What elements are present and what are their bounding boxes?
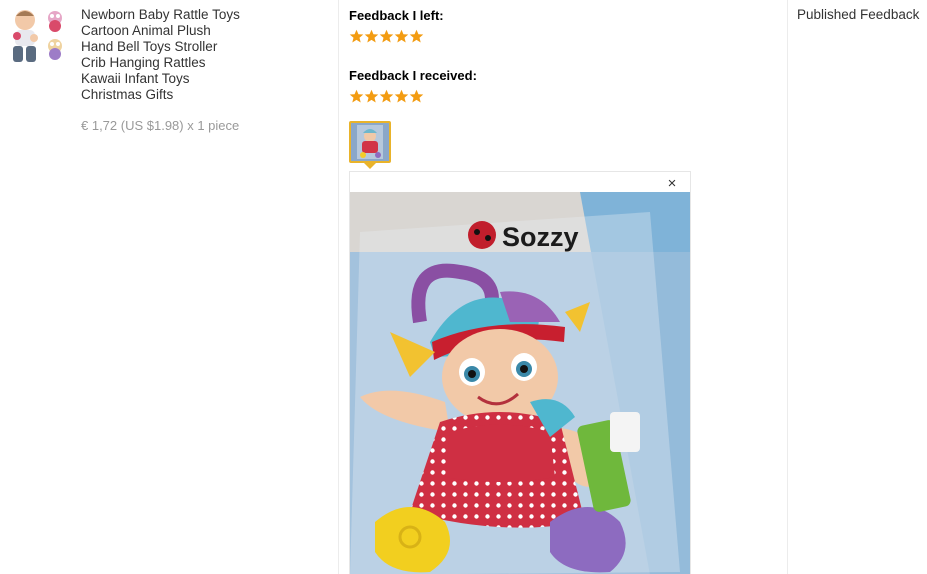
star-icon [394, 29, 409, 43]
product-title-line: Crib Hanging Rattles [81, 55, 206, 70]
product-title-line: Cartoon Animal Plush [81, 23, 211, 38]
brand-label: Sozzy [502, 222, 579, 252]
column-divider [787, 0, 788, 574]
star-icon [379, 29, 394, 43]
feedback-received-heading: Feedback I received: [349, 68, 477, 83]
feedback-left-rating [349, 29, 424, 45]
product-price: € 1,72 (US $1.98) x 1 piece [81, 118, 240, 133]
product-title-line: Christmas Gifts [81, 87, 174, 102]
product-title[interactable]: Newborn Baby Rattle Toys Cartoon Animal … [81, 7, 321, 103]
column-divider [338, 0, 339, 574]
product-title-line: Kawaii Infant Toys [81, 71, 190, 86]
feedback-photo-thumbnail[interactable] [349, 121, 391, 163]
star-icon [349, 89, 364, 103]
star-icon [409, 29, 424, 43]
published-feedback-link[interactable]: Published Feedback [797, 7, 919, 22]
thumbnail-pointer [364, 163, 376, 169]
product-thumbnail[interactable] [6, 4, 72, 70]
feedback-photo[interactable]: Sozzy [350, 192, 690, 574]
star-icon [349, 29, 364, 43]
star-icon [409, 89, 424, 103]
feedback-received-rating [349, 89, 424, 105]
feedback-left-heading: Feedback I left: [349, 8, 444, 23]
close-icon[interactable]: × [664, 176, 680, 192]
star-icon [364, 89, 379, 103]
photo-viewer: × Sozzy [349, 171, 691, 574]
star-icon [364, 29, 379, 43]
star-icon [379, 89, 394, 103]
product-title-line: Newborn Baby Rattle Toys [81, 7, 240, 22]
star-icon [394, 89, 409, 103]
product-title-line: Hand Bell Toys Stroller [81, 39, 218, 54]
